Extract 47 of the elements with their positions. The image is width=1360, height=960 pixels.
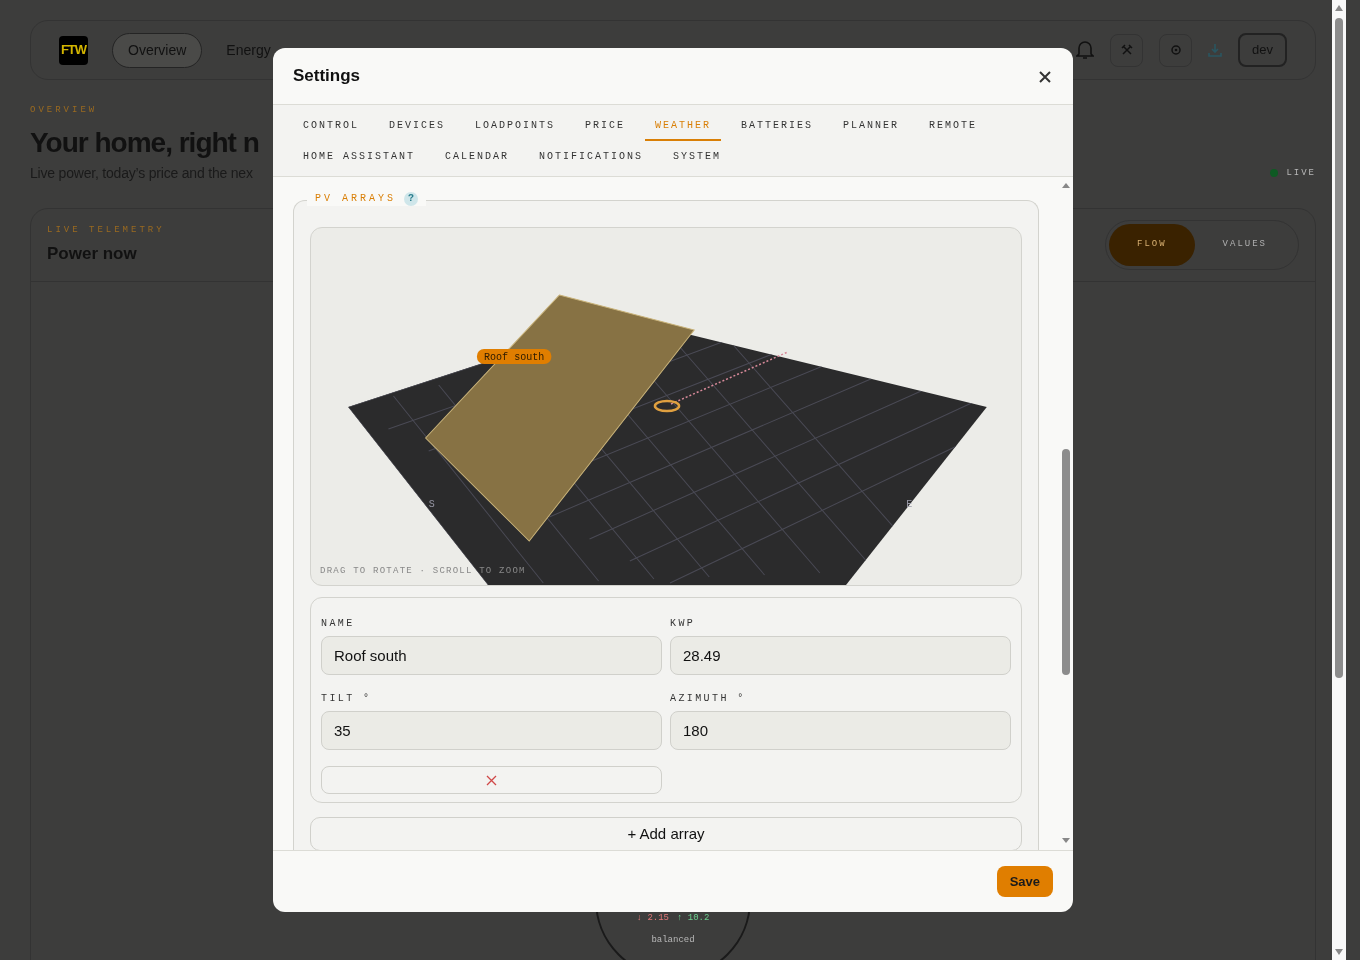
input-field[interactable]: 180 <box>670 711 1011 750</box>
close-icon <box>1039 70 1051 83</box>
view-tab[interactable]: FLOW <box>1109 224 1195 266</box>
settings-tab[interactable]: CALENDAR <box>435 140 520 172</box>
settings-icon <box>1169 44 1182 56</box>
settings-tab[interactable]: BATTERIES <box>731 109 824 141</box>
settings-tab[interactable]: REMOTE <box>919 109 988 141</box>
logo[interactable]: FTW <box>59 35 88 65</box>
field-label: AZIMUTH ° <box>670 692 747 706</box>
tools-button[interactable] <box>1110 33 1144 67</box>
compass-label: S <box>428 499 435 510</box>
grid-state: balanced <box>651 933 695 947</box>
bell-icon[interactable] <box>1076 40 1095 60</box>
remove-array-button[interactable] <box>321 766 662 794</box>
field-label: NAME <box>321 617 356 631</box>
array-label[interactable]: Roof south <box>476 349 552 364</box>
settings-button[interactable] <box>1159 33 1193 67</box>
dialog-title: Settings <box>293 65 361 88</box>
field-label: KWP <box>670 617 697 631</box>
settings-tab[interactable]: NOTIFICATIONS <box>529 140 654 172</box>
field-label: TILT ° <box>321 692 373 706</box>
input-field[interactable]: Roof south <box>321 636 662 675</box>
card-eyebrow: LIVE TELEMETRY <box>47 223 165 237</box>
input-field[interactable]: 35 <box>321 711 662 750</box>
settings-tab[interactable]: HOME ASSISTANT <box>293 140 425 172</box>
page-scrollbar[interactable] <box>1332 0 1346 960</box>
import-value: ↓ 2.15 <box>636 912 669 926</box>
section-eyebrow: OVERVIEW <box>30 104 99 117</box>
export-value: ↑ 10.2 <box>677 912 710 926</box>
add-array-button[interactable]: + Add array <box>310 817 1022 850</box>
scene-hint: DRAG TO ROTATE · SCROLL TO ZOOM <box>320 565 526 576</box>
input-field[interactable]: 28.49 <box>670 636 1011 675</box>
settings-tab[interactable]: LOADPOINTS <box>465 109 566 141</box>
settings-tab[interactable]: SYSTEM <box>663 140 732 172</box>
settings-tab[interactable]: CONTROL <box>293 109 369 141</box>
settings-tab[interactable]: PLANNER <box>833 109 910 141</box>
settings-tab[interactable]: PRICE <box>575 109 636 141</box>
remove-icon <box>486 774 497 786</box>
download-icon[interactable] <box>1208 43 1223 57</box>
status-label: LIVE <box>1286 166 1316 180</box>
compass-label: E <box>906 499 913 510</box>
view-tab[interactable]: VALUES <box>1194 224 1295 266</box>
section-legend: PV ARRAYS <box>315 191 396 206</box>
tools-icon <box>1120 44 1133 56</box>
settings-tab[interactable]: DEVICES <box>379 109 456 141</box>
help-badge[interactable]: ? <box>404 191 418 206</box>
save-button[interactable]: Save <box>996 865 1053 898</box>
